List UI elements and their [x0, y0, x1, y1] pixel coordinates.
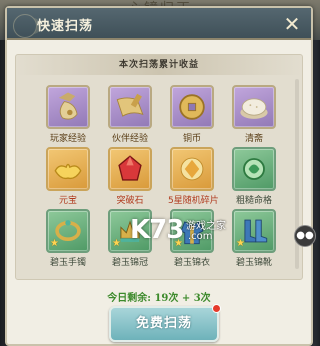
scroll-icon [110, 87, 150, 127]
reward-label: 碧玉锦冠 [111, 258, 148, 268]
reward-slot [46, 147, 90, 191]
watermark: K73 游戏之家 .com [130, 215, 250, 249]
reward-slot [232, 85, 276, 129]
reward-label: 粗糙命格 [235, 196, 272, 206]
reward-item[interactable]: 伙伴经验 [106, 85, 154, 144]
star-icon: ★ [112, 238, 121, 249]
watermark-logo: K73 [130, 215, 184, 245]
close-button[interactable]: ✕ [281, 13, 303, 35]
reward-slot: ★ [46, 209, 90, 253]
reward-slot [108, 85, 152, 129]
reward-item[interactable]: ★ 碧玉手镯 [44, 209, 92, 268]
ingot-icon [48, 149, 88, 189]
bell-pouch-icon [48, 87, 88, 127]
reward-label: 5星随机碎片 [168, 196, 219, 206]
chat-button[interactable]: ●● [294, 225, 316, 247]
rewards-panel: 本次扫荡累计收益 玩家经验 伙伴经验 铜币 清斋 元宝 突破石 5星随机碎片 粗… [15, 54, 303, 280]
reward-item[interactable]: 突破石 [106, 147, 154, 206]
dialog-title: 快速扫荡 [37, 19, 94, 34]
free-sweep-button[interactable]: 免费扫荡 [109, 304, 221, 342]
reward-item[interactable]: 铜币 [168, 85, 216, 144]
close-icon: ✕ [283, 12, 301, 36]
watermark-line-1: 游戏之家 [186, 221, 226, 232]
remaining-sweeps-text: 今日剩余: 19次 + 3次 [107, 293, 211, 304]
reward-item[interactable]: 清斋 [230, 85, 278, 144]
reward-item[interactable]: 玩家经验 [44, 85, 92, 144]
reward-slot [46, 85, 90, 129]
coin-icon [172, 87, 212, 127]
reward-label: 伙伴经验 [111, 134, 148, 144]
reward-slot [108, 147, 152, 191]
reward-label: 元宝 [58, 196, 77, 206]
reward-label: 碧玉锦衣 [173, 258, 210, 268]
gem-stone-icon [110, 149, 150, 189]
reward-label: 玩家经验 [49, 134, 86, 144]
reward-slot [232, 147, 276, 191]
star-icon: ★ [50, 238, 59, 249]
reward-label: 碧玉锦靴 [235, 258, 272, 268]
background-right-edge [313, 40, 320, 346]
green-talisman-icon [234, 149, 274, 189]
reward-item[interactable]: 5星随机碎片 [168, 147, 219, 206]
rewards-section-title: 本次扫荡累计收益 [16, 55, 302, 75]
chat-bubble-icon: ●● [296, 230, 314, 241]
reward-label: 突破石 [116, 196, 144, 206]
reward-slot [170, 147, 214, 191]
reward-label: 清斋 [244, 134, 263, 144]
dialog-header: 快速扫荡 ✕ [7, 8, 311, 40]
reward-label: 碧玉手镯 [49, 258, 86, 268]
bun-icon [234, 87, 274, 127]
notification-dot [212, 304, 221, 313]
watermark-line-2: .com [188, 231, 213, 242]
reward-item[interactable]: 元宝 [44, 147, 92, 206]
free-sweep-label: 免费扫荡 [135, 316, 192, 331]
quick-sweep-dialog: 快速扫荡 ✕ 本次扫荡累计收益 玩家经验 伙伴经验 铜币 清斋 元宝 突破石 5… [5, 6, 313, 346]
reward-slot [170, 85, 214, 129]
reward-label: 铜币 [182, 134, 201, 144]
fragment-icon [172, 149, 212, 189]
reward-item[interactable]: 粗糙命格 [230, 147, 278, 206]
